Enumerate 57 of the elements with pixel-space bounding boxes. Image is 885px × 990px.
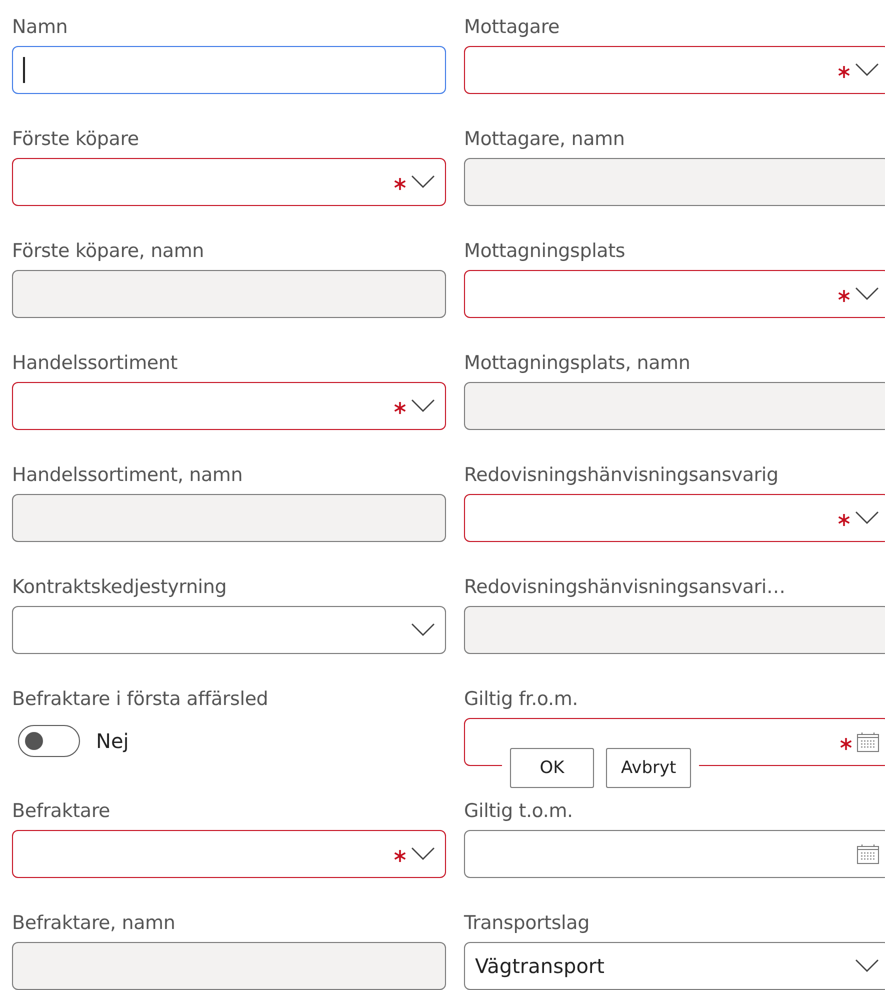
readonly-field[interactable] <box>464 158 885 206</box>
dialog-button[interactable]: Avbryt <box>606 748 692 788</box>
chevron-down-icon[interactable] <box>411 399 435 413</box>
field-label: Giltig fr.o.m. <box>464 687 579 712</box>
field-label: Befraktare, namn <box>12 911 176 936</box>
calendar-icon[interactable] <box>857 844 879 864</box>
required-asterisk-icon <box>837 289 851 303</box>
field-label: Handelssortiment <box>12 351 178 376</box>
required-asterisk-icon <box>393 401 407 415</box>
chevron-down-icon[interactable] <box>855 959 879 973</box>
text-cursor <box>23 57 25 83</box>
dropdown-field[interactable] <box>12 830 446 878</box>
field-label: Namn <box>12 15 69 40</box>
required-asterisk-icon <box>839 737 853 751</box>
readonly-field[interactable] <box>12 942 446 990</box>
field-label: Mottagningsplats <box>464 239 626 264</box>
field-label: Mottagare <box>464 15 561 40</box>
required-asterisk-icon <box>837 513 851 527</box>
toggle-state-text: Nej <box>96 729 129 753</box>
input-field[interactable] <box>12 46 446 94</box>
dropdown-field[interactable] <box>464 46 885 94</box>
field-label: Befraktare i första affärsled <box>12 687 270 712</box>
chevron-down-icon[interactable] <box>855 287 879 301</box>
field-label: Förste köpare, namn <box>12 239 206 264</box>
field-label: Handelssortiment, namn <box>12 463 244 488</box>
field-label: Befraktare <box>12 799 112 824</box>
field-label: Redovisningshänvisningsansvarig <box>464 463 780 488</box>
field-value: Vägtransport <box>475 954 604 978</box>
readonly-field[interactable] <box>12 270 446 318</box>
dropdown-field[interactable] <box>12 606 446 654</box>
chevron-down-icon[interactable] <box>411 175 435 189</box>
chevron-down-icon[interactable] <box>855 63 879 77</box>
toggle-switch[interactable] <box>18 725 80 757</box>
dropdown-field[interactable] <box>12 382 446 430</box>
field-label: Förste köpare <box>12 127 140 152</box>
dropdown-field[interactable] <box>12 158 446 206</box>
chevron-down-icon[interactable] <box>411 847 435 861</box>
date-field[interactable] <box>464 830 885 878</box>
dialog-button[interactable]: OK <box>510 748 594 788</box>
field-label: Kontraktskedjestyrning <box>12 575 228 600</box>
field-label: Giltig t.o.m. <box>464 799 574 824</box>
readonly-field[interactable] <box>464 606 885 654</box>
required-asterisk-icon <box>837 65 851 79</box>
field-label: Mottagningsplats, namn <box>464 351 692 376</box>
chevron-down-icon[interactable] <box>855 511 879 525</box>
required-asterisk-icon <box>393 849 407 863</box>
dropdown-field[interactable] <box>464 270 885 318</box>
field-label: Mottagare, namn <box>464 127 626 152</box>
readonly-field[interactable] <box>464 382 885 430</box>
dropdown-field[interactable] <box>464 494 885 542</box>
dropdown-field[interactable]: Vägtransport <box>464 942 885 990</box>
readonly-field[interactable] <box>12 494 446 542</box>
required-asterisk-icon <box>393 177 407 191</box>
field-label: Transportslag <box>464 911 590 936</box>
chevron-down-icon[interactable] <box>411 623 435 637</box>
field-label: Redovisningshänvisningsansvari… <box>464 575 786 600</box>
calendar-icon[interactable] <box>857 732 879 752</box>
